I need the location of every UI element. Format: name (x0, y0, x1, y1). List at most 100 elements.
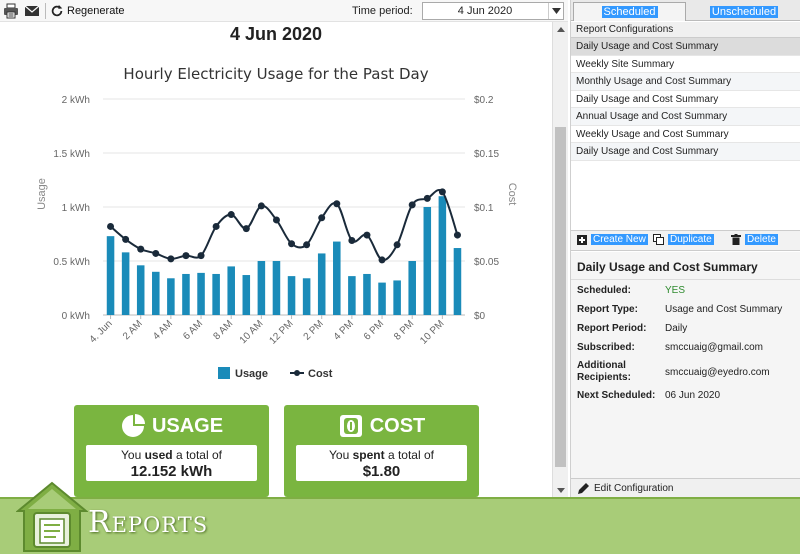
y-tick-right: $0.1 (474, 203, 494, 214)
schedule-tabs: Scheduled Unscheduled (571, 0, 800, 21)
detail-value: smccuaig@gmail.com (665, 342, 763, 353)
usage-bar[interactable] (152, 271, 160, 315)
x-tick-label: 6 AM (181, 318, 205, 342)
usage-bar[interactable] (242, 275, 251, 315)
cost-point[interactable] (453, 231, 461, 239)
detail-row-scheduled: Scheduled: YES (577, 285, 799, 296)
detail-value: 06 Jun 2020 (665, 390, 721, 401)
scrollbar-thumb[interactable] (555, 127, 566, 467)
regenerate-button[interactable]: Regenerate (50, 3, 125, 19)
y-tick-left: 1 kWh (62, 203, 90, 214)
duplicate-button[interactable]: Duplicate (653, 234, 714, 245)
usage-bar[interactable] (302, 278, 311, 315)
hourly-usage-chart: Hourly Electricity Usage for the Past Da… (36, 65, 518, 380)
cost-point[interactable] (212, 222, 220, 230)
cost-point[interactable] (348, 236, 356, 244)
config-list-item[interactable]: Daily Usage and Cost Summary (571, 38, 800, 56)
chevron-down-icon[interactable] (548, 3, 563, 19)
scroll-up-arrow-icon[interactable] (553, 22, 568, 36)
legend-cost-label[interactable]: Cost (308, 368, 333, 380)
usage-bar[interactable] (378, 282, 386, 315)
cost-point[interactable] (423, 194, 431, 202)
usage-card-box: You used a total of 12.152 kWh (86, 445, 257, 481)
usage-bar[interactable] (121, 252, 130, 315)
cost-point[interactable] (242, 225, 250, 233)
report-toolbar: Regenerate Time period: 4 Jun 2020 (0, 0, 568, 22)
legend-usage-label[interactable]: Usage (235, 368, 268, 380)
cost-point[interactable] (408, 201, 416, 209)
tab-scheduled-label: Scheduled (601, 6, 658, 18)
cost-point[interactable] (363, 231, 371, 239)
config-list-item[interactable]: Weekly Site Summary (571, 56, 800, 73)
usage-bar[interactable] (106, 236, 115, 315)
cost-point[interactable] (272, 216, 280, 224)
pencil-icon (578, 482, 589, 494)
x-tick-label: 10 PM (418, 318, 446, 346)
scroll-down-arrow-icon[interactable] (553, 483, 568, 497)
usage-bar[interactable] (423, 207, 432, 315)
cost-point[interactable] (438, 188, 446, 196)
cost-point[interactable] (227, 211, 235, 219)
usage-bar[interactable] (408, 261, 416, 315)
time-period-label: Time period: (352, 5, 413, 17)
cost-point[interactable] (303, 241, 311, 249)
cost-point[interactable] (318, 214, 326, 222)
usage-bar[interactable] (393, 280, 401, 315)
usage-bar[interactable] (167, 278, 175, 315)
edit-configuration-button[interactable]: Edit Configuration (571, 478, 800, 497)
time-period-select[interactable]: 4 Jun 2020 (422, 2, 564, 20)
cost-point[interactable] (107, 222, 115, 230)
config-list-item[interactable]: Monthly Usage and Cost Summary (571, 73, 800, 91)
cost-point[interactable] (122, 235, 130, 243)
cost-point[interactable] (333, 200, 341, 208)
usage-total-value: 12.152 kWh (130, 463, 213, 480)
cost-point[interactable] (152, 249, 160, 257)
x-tick-label: 4. Jun (88, 318, 115, 345)
usage-bar[interactable] (227, 266, 235, 315)
usage-bar[interactable] (257, 261, 266, 315)
usage-bar[interactable] (136, 265, 145, 315)
config-list-item[interactable]: Daily Usage and Cost Summary (571, 91, 800, 108)
create-new-button[interactable]: Create New (577, 234, 648, 245)
usage-bar[interactable] (287, 276, 296, 315)
config-list-item[interactable]: Weekly Usage and Cost Summary (571, 126, 800, 143)
money-icon (339, 415, 362, 437)
x-tick-label: 8 PM (392, 318, 416, 342)
tab-unscheduled[interactable]: Unscheduled (687, 2, 800, 21)
email-icon[interactable] (24, 3, 40, 19)
usage-bar[interactable] (348, 276, 356, 315)
plus-icon (577, 234, 587, 245)
tab-scheduled[interactable]: Scheduled (573, 2, 686, 21)
usage-bar[interactable] (363, 273, 371, 315)
pie-chart-icon (121, 414, 145, 437)
usage-bar[interactable] (197, 272, 205, 315)
usage-bar[interactable] (438, 196, 447, 315)
cost-point[interactable] (378, 256, 386, 264)
cost-point[interactable] (182, 252, 190, 260)
copy-icon (653, 234, 664, 245)
toolbar-divider (45, 3, 46, 19)
cost-point[interactable] (197, 252, 205, 260)
report-scrollbar[interactable] (552, 22, 568, 497)
print-icon[interactable] (3, 3, 19, 19)
usage-bar[interactable] (453, 248, 462, 315)
delete-button[interactable]: Delete (731, 234, 778, 245)
detail-label: Next Scheduled: (577, 390, 656, 401)
cost-point[interactable] (257, 202, 265, 210)
report-config-pane: Scheduled Unscheduled Report Configurati… (570, 0, 800, 497)
usage-bar[interactable] (272, 261, 281, 315)
usage-bar[interactable] (212, 273, 220, 315)
cost-total-value: $1.80 (362, 463, 401, 480)
tab-unscheduled-label: Unscheduled (709, 5, 779, 18)
y-tick-right: $0.05 (474, 257, 499, 268)
usage-bar[interactable] (333, 241, 341, 315)
cost-point[interactable] (137, 245, 145, 253)
cost-point[interactable] (288, 240, 296, 248)
cost-point[interactable] (393, 241, 401, 249)
cost-summary-card: COST You spent a total of $1.80 (284, 405, 479, 497)
usage-bar[interactable] (317, 253, 326, 315)
config-list-item[interactable]: Annual Usage and Cost Summary (571, 108, 800, 126)
usage-bar[interactable] (182, 273, 190, 315)
config-list-item[interactable]: Daily Usage and Cost Summary (571, 143, 800, 161)
cost-point[interactable] (167, 255, 175, 263)
